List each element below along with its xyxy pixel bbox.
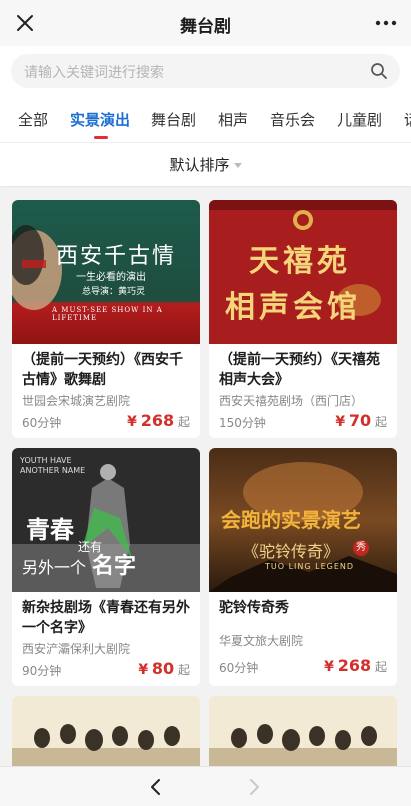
show-card[interactable]: 天禧苑 相声会馆 （提前一天预约）《天禧苑相声大会》 西安天禧苑剧场（西门店） … — [209, 200, 397, 438]
tab-live-scene[interactable]: 实景演出 — [70, 109, 130, 130]
poster-callig-4: 名字 — [92, 553, 137, 579]
poster-director: 总导演：黄巧灵 — [82, 287, 146, 297]
poster-title: 西安千古情 — [56, 244, 177, 269]
poster-image: 天禧苑 相声会馆 — [209, 200, 397, 344]
poster-subtitle: 一生必看的演出 — [76, 272, 146, 283]
caret-down-icon — [233, 163, 242, 168]
show-card-partial[interactable] — [12, 696, 200, 766]
tab-stage-play[interactable]: 舞台剧 — [151, 109, 196, 130]
poster-title-line-1: 天禧苑 — [249, 244, 351, 279]
category-tabs: 全部 实景演出 舞台剧 相声 音乐会 儿童剧 话 — [0, 98, 411, 142]
poster-graphic — [12, 696, 200, 766]
show-duration: 90分钟 — [22, 664, 62, 678]
tab-all[interactable]: 全部 — [18, 109, 48, 130]
show-venue: 华夏文旅大剧院 — [219, 634, 304, 648]
show-card[interactable]: 西安千古情 一生必看的演出 总导演：黄巧灵 A MUST-SEE SHOW IN… — [12, 200, 200, 438]
price-value: 268 — [140, 411, 175, 430]
search-bar: 请输入关键词进行搜索 — [0, 46, 411, 98]
sort-label: 默认排序 — [169, 156, 230, 174]
search-icon[interactable] — [370, 62, 388, 80]
show-name: 驼铃传奇秀 — [219, 600, 289, 616]
poster-latin: TUO LING LEGEND — [265, 562, 355, 571]
poster-badge: 秀 — [353, 540, 369, 556]
show-card-partial[interactable] — [209, 696, 397, 766]
sort-dropdown[interactable]: 默认排序 — [0, 154, 411, 175]
show-name: （提前一天预约）《西安千古情》歌舞剧 — [22, 352, 183, 388]
show-duration: 60分钟 — [22, 416, 62, 430]
tab-crosstalk[interactable]: 相声 — [218, 109, 248, 130]
tab-drama[interactable]: 话 — [404, 109, 411, 130]
top-bar: 舞台剧 — [0, 0, 411, 46]
poster-top-text-2: ANOTHER NAME — [20, 466, 86, 475]
poster-tagline: A MUST-SEE SHOW IN A LIFETIME — [52, 306, 163, 322]
poster-image: 会跑的实景演艺 《驼铃传奇》 秀 TUO LING LEGEND — [209, 448, 397, 592]
price-suffix: 起 — [374, 415, 387, 429]
search-placeholder: 请输入关键词进行搜索 — [24, 65, 164, 81]
currency-symbol: ¥ — [324, 659, 334, 675]
page-title: 舞台剧 — [180, 17, 231, 37]
poster-top-text-1: YOUTH HAVE — [20, 456, 72, 465]
price-suffix: 起 — [177, 663, 190, 677]
bottom-navigation — [0, 766, 411, 806]
poster-callig-1: 青春 — [26, 515, 74, 544]
show-venue: 西安浐灞保利大剧院 — [22, 642, 131, 656]
price-suffix: 起 — [177, 415, 190, 429]
currency-symbol: ¥ — [138, 662, 149, 678]
poster-graphic — [209, 696, 397, 766]
poster-headline: 会跑的实景演艺 — [221, 508, 361, 532]
show-venue: 西安天禧苑剧场（西门店） — [219, 394, 364, 408]
price-suffix: 起 — [374, 660, 387, 674]
show-price: ¥ 70 起 — [335, 411, 387, 430]
price-value: 80 — [151, 659, 175, 678]
search-input[interactable]: 请输入关键词进行搜索 — [11, 54, 400, 88]
poster-title-line-2: 相声会馆 — [225, 290, 361, 325]
show-duration: 60分钟 — [219, 661, 259, 675]
price-value: 268 — [337, 656, 372, 675]
poster-title: 《驼铃传奇》 — [243, 542, 340, 561]
forward-arrow-icon[interactable] — [244, 777, 264, 797]
poster-image: 西安千古情 一生必看的演出 总导演：黄巧灵 A MUST-SEE SHOW IN… — [12, 200, 200, 344]
price-value: 70 — [348, 411, 372, 430]
show-name: （提前一天预约）《天禧苑相声大会》 — [219, 352, 380, 388]
show-card[interactable]: YOUTH HAVE ANOTHER NAME 青春 还有 另外一个 名字 新杂… — [12, 448, 200, 686]
show-price: ¥ 268 起 — [127, 411, 190, 430]
show-name: 新杂技剧场《青春还有另外一个名字》 — [22, 600, 190, 636]
show-price: ¥ 80 起 — [138, 659, 190, 678]
poster-image: YOUTH HAVE ANOTHER NAME 青春 还有 另外一个 名字 — [12, 448, 200, 592]
poster-callig-3: 另外一个 — [22, 558, 87, 577]
show-duration: 150分钟 — [219, 416, 266, 430]
show-venue: 世园会宋城演艺剧院 — [22, 394, 131, 408]
show-card[interactable]: 会跑的实景演艺 《驼铃传奇》 秀 TUO LING LEGEND 驼铃传奇秀 华… — [209, 448, 397, 686]
tab-concert[interactable]: 音乐会 — [270, 109, 315, 130]
more-icon[interactable] — [373, 11, 399, 35]
active-tab-indicator — [94, 136, 108, 139]
show-price: ¥ 268 起 — [324, 656, 387, 675]
tab-children[interactable]: 儿童剧 — [337, 109, 382, 130]
currency-symbol: ¥ — [335, 414, 346, 430]
back-arrow-icon[interactable] — [146, 777, 166, 797]
currency-symbol: ¥ — [127, 414, 137, 430]
sort-bar: 默认排序 — [0, 142, 411, 186]
